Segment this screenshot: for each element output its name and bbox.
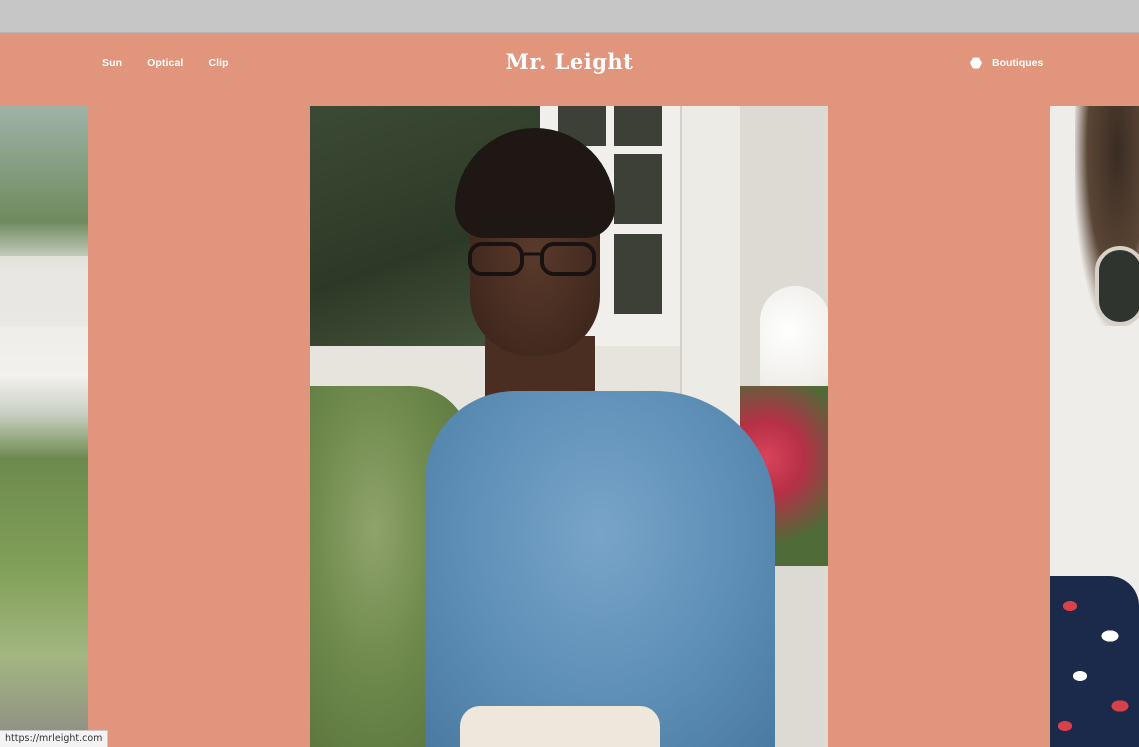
sunglasses (1095, 246, 1139, 326)
carousel-slide-previous[interactable] (0, 106, 88, 747)
browser-chrome (0, 0, 1139, 33)
carousel-slide-current[interactable] (310, 106, 828, 747)
eyeglasses (468, 242, 596, 276)
model-blue-sweater (425, 391, 775, 747)
boutiques-link[interactable]: Boutiques (970, 57, 1043, 69)
site-logo[interactable]: Mr. Leight (0, 49, 1139, 74)
boutiques-label[interactable]: Boutiques (992, 57, 1043, 69)
carousel-slide-next[interactable] (1050, 106, 1139, 747)
site-header: Sun Optical Clip Mr. Leight Boutiques (0, 33, 1139, 106)
status-bar-url: https://mrleight.com (0, 730, 109, 747)
paisley-shirt (1050, 576, 1139, 747)
hexagon-icon (970, 57, 982, 69)
model-white-pants (460, 706, 660, 747)
image-carousel[interactable] (0, 106, 1139, 747)
